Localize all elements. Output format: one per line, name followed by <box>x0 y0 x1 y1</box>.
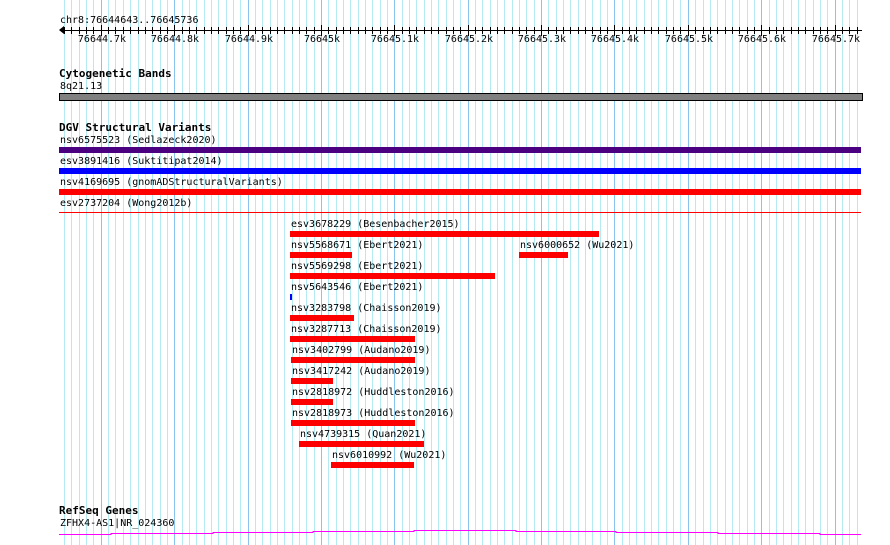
genome-browser-panel: chr8:76644643..76645736 76644.7k 76644.8k… <box>0 0 890 545</box>
gene-model[interactable] <box>0 0 890 545</box>
gene-line <box>59 530 861 535</box>
